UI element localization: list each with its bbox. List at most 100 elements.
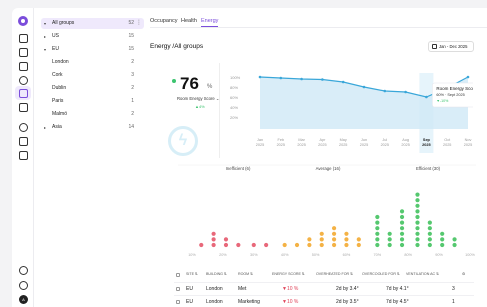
distribution-dot — [415, 220, 420, 225]
tree-item-paris[interactable]: Paris 1 — [41, 96, 144, 107]
document-icon[interactable] — [19, 34, 28, 43]
x-tick-year: 2025 — [443, 143, 451, 147]
tree-item-cork[interactable]: Cork 3 — [41, 70, 144, 81]
distribution-dot — [331, 231, 337, 236]
x-tick-label: Feb — [278, 138, 285, 142]
score-metric-dropdown[interactable]: Room Energy Score ⌄ — [177, 96, 219, 101]
column-ventilation[interactable]: VENTILATION AC ⇅ — [406, 272, 439, 276]
x-tick-year: 2025 — [401, 143, 409, 147]
column-energy-score[interactable]: ENERGY SCORE ⇅ — [272, 272, 305, 276]
energy-score-line-chart[interactable]: 100%80%60%40%20%Jan2025Feb2025Mar2025Apr… — [230, 71, 473, 153]
tree-item-malmo[interactable]: Malmö 2 — [41, 109, 144, 120]
distribution-dot — [331, 237, 337, 242]
app-window: A ▾ All groups 52 ⋮ ▸ US 15 ▾ EU 15 Lond… — [12, 8, 487, 307]
tab-occupancy[interactable]: Occupancy — [150, 18, 178, 24]
efficiency-distribution-chart[interactable]: Inefficient (6) Average (16) Efficient (30… — [178, 162, 476, 262]
y-tick-label: 80% — [230, 85, 238, 90]
help-icon[interactable] — [19, 266, 28, 275]
list-icon[interactable] — [19, 103, 28, 112]
cell-building: London — [206, 299, 223, 305]
select-all-checkbox[interactable] — [176, 273, 180, 277]
settings-icon[interactable] — [19, 123, 28, 132]
logo-icon[interactable] — [18, 16, 28, 26]
score-unit: % — [207, 84, 213, 90]
cell-energy-score: ▼10 % — [282, 299, 299, 305]
tree-item-dublin[interactable]: Dublin 2 — [41, 83, 144, 94]
lightning-icon: ϟ — [168, 126, 198, 156]
table-header: SITE ⇅ BUILDING ⇅ ROOM ⇅ ENERGY SCORE ⇅ … — [174, 272, 474, 280]
distribution-dot — [375, 214, 380, 220]
tab-energy[interactable]: Energy — [201, 18, 219, 27]
row-checkbox[interactable] — [176, 287, 180, 291]
distribution-dot — [415, 214, 420, 220]
tree-item-us[interactable]: ▸ US 15 — [41, 31, 144, 42]
distribution-dot — [399, 231, 405, 236]
distribution-dot — [452, 242, 457, 248]
column-site[interactable]: SITE ⇅ — [186, 272, 198, 276]
distribution-dot — [223, 242, 229, 248]
building-icon[interactable] — [19, 48, 28, 57]
x-tick-label: 10% — [188, 253, 196, 257]
x-tick-label: 60% — [343, 253, 351, 257]
group-label: Average (16) — [316, 166, 341, 171]
left-rail: A — [12, 8, 34, 307]
gear-icon[interactable] — [19, 281, 28, 290]
distribution-dot — [440, 237, 445, 242]
tree-item-label: EU — [52, 46, 59, 52]
row-checkbox[interactable] — [176, 300, 180, 304]
x-tick-label: Sep — [423, 138, 431, 142]
x-tick-label: 80% — [404, 253, 412, 257]
image-icon[interactable] — [19, 62, 28, 71]
tree-item-label: Paris — [52, 98, 64, 104]
cell-overcooled: 7d by 4.1° — [386, 286, 409, 292]
distribution-dot — [415, 231, 420, 236]
camera-icon[interactable] — [19, 151, 28, 160]
tree-item-count: 2 — [131, 59, 134, 65]
x-tick-year: 2025 — [360, 143, 368, 147]
column-room[interactable]: ROOM ⇅ — [238, 272, 253, 276]
column-overcooled[interactable]: OVERCOOLED FOR ⇅ — [362, 272, 400, 276]
tree-item-all-groups[interactable]: ▾ All groups 52 ⋮ — [41, 18, 144, 29]
chevron-down-icon: ▾ — [44, 21, 47, 26]
tree-item-eu[interactable]: ▾ EU 15 — [41, 44, 144, 55]
column-building[interactable]: BUILDING ⇅ — [206, 272, 227, 276]
cloud-icon[interactable] — [19, 76, 28, 85]
date-range-picker[interactable]: Jan - Dec 2025 — [428, 41, 474, 52]
distribution-dot — [399, 209, 405, 214]
column-settings-icon[interactable]: ⚙ — [462, 272, 465, 276]
device-icon[interactable] — [19, 137, 28, 146]
y-tick-label: 60% — [230, 95, 238, 100]
distribution-dot — [415, 209, 420, 214]
lightbulb-icon[interactable] — [19, 89, 28, 98]
distribution-dot — [236, 242, 241, 248]
tab-health[interactable]: Health — [181, 18, 197, 24]
tooltip-title: Room Energy Score — [436, 86, 473, 91]
tooltip-value: 60% · Sept 2025 — [436, 93, 464, 97]
kebab-menu-icon[interactable]: ⋮ — [136, 18, 142, 29]
distribution-dot — [264, 242, 269, 248]
date-range-label: Jan - Dec 2025 — [439, 44, 468, 49]
distribution-dot — [427, 231, 432, 236]
table-row[interactable]: EU London Marketing ▼10 % 2d by 3.5° 7d … — [174, 295, 474, 307]
distribution-dot — [415, 198, 420, 203]
y-tick-label: 100% — [230, 75, 241, 80]
tree-item-asia[interactable]: ▸ Asia 14 — [41, 122, 144, 133]
column-overheated[interactable]: OVERHEATED FOR ⇅ — [316, 272, 353, 276]
main-panel: Occupancy Health Energy Energy /All grou… — [150, 8, 487, 307]
distribution-dot — [415, 237, 420, 242]
chevron-down-icon: ▾ — [44, 47, 47, 52]
avatar[interactable]: A — [19, 295, 28, 304]
data-point — [300, 77, 303, 81]
table-row[interactable]: EU London Met ▼10 % 2d by 3.4° 7d by 4.1… — [174, 282, 474, 294]
tree-item-count: 52 — [128, 20, 134, 26]
distribution-dot — [375, 237, 380, 242]
y-tick-label: 20% — [230, 115, 238, 120]
status-dot — [172, 79, 176, 83]
x-tick-year: 2025 — [339, 143, 347, 147]
tree-item-london[interactable]: London 2 — [41, 57, 144, 68]
x-tick-label: 100% — [465, 253, 475, 257]
page-title: Energy /All groups — [150, 43, 204, 50]
score-change: ▲4% — [195, 104, 205, 109]
tree-item-count: 2 — [131, 111, 134, 117]
data-point — [425, 95, 428, 99]
